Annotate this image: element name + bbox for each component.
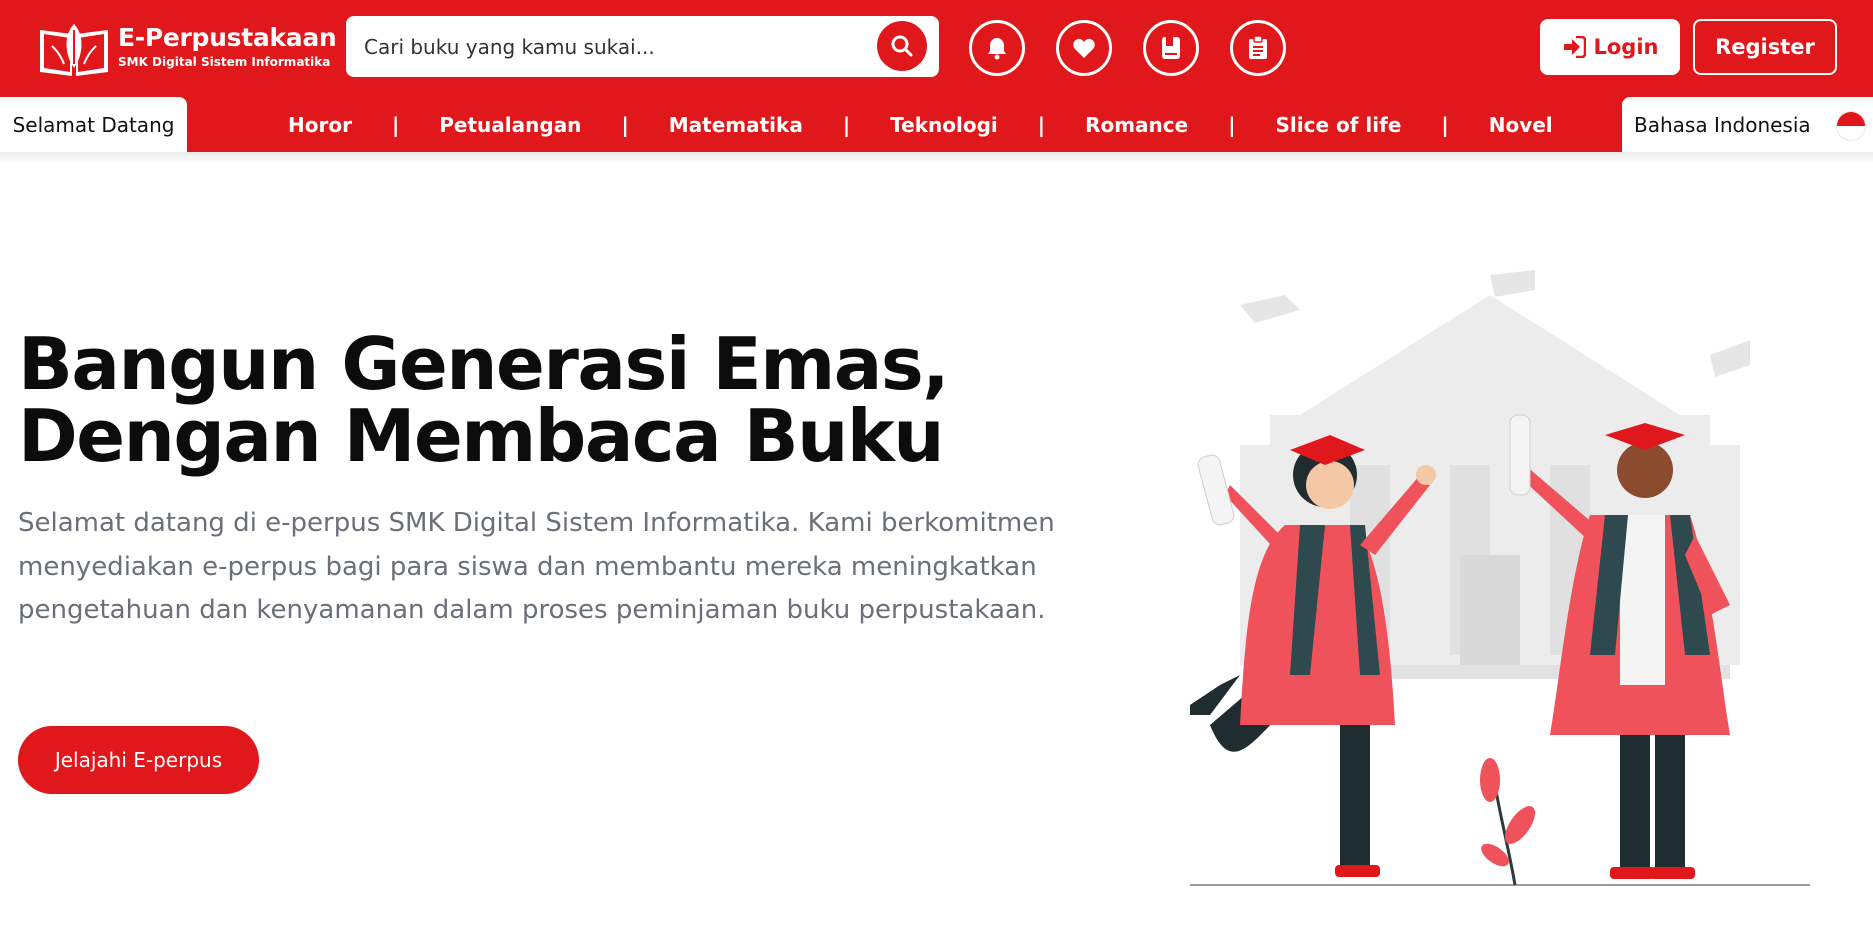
loans-button[interactable] [1230, 20, 1286, 76]
notifications-button[interactable] [969, 20, 1025, 76]
login-button[interactable]: Login [1540, 19, 1680, 75]
nav-separator: | [842, 112, 851, 137]
bell-icon [988, 38, 1006, 60]
nav-separator: | [391, 112, 400, 137]
nav-separator: | [1037, 112, 1046, 137]
logo-subtitle: SMK Digital Sistem Informatika [118, 55, 331, 69]
language-label: Bahasa Indonesia [1634, 112, 1811, 137]
book-icon [1162, 37, 1180, 59]
category-petualangan[interactable]: Petualangan [439, 113, 581, 137]
my-books-button[interactable] [1143, 20, 1199, 76]
category-novel[interactable]: Novel [1489, 113, 1553, 137]
hero-title: Bangun Generasi Emas, Dengan Membaca Buk… [18, 328, 1018, 472]
header-shadow [0, 152, 1873, 164]
hero-title-line-2: Dengan Membaca Buku [18, 394, 945, 478]
register-button[interactable]: Register [1693, 19, 1837, 75]
category-slice-of-life[interactable]: Slice of life [1276, 113, 1402, 137]
indonesia-flag-icon [1836, 111, 1866, 141]
heart-icon [1073, 38, 1095, 58]
sign-in-icon [1563, 36, 1586, 58]
logo-title: E-Perpustakaan [118, 23, 337, 52]
nav-separator: | [1228, 112, 1236, 137]
nav-separator: | [621, 112, 629, 137]
search-button[interactable] [877, 21, 927, 71]
explore-button[interactable]: Jelajahi E-perpus [18, 726, 259, 794]
login-label: Login [1593, 35, 1659, 59]
clipboard-icon [1249, 36, 1267, 59]
language-selector[interactable]: Bahasa Indonesia [1622, 97, 1873, 152]
plant-icon [1480, 758, 1536, 886]
category-horor[interactable]: Horor [288, 113, 352, 137]
top-header: E-Perpustakaan SMK Digital Sistem Inform… [0, 0, 1873, 152]
category-romance[interactable]: Romance [1085, 113, 1188, 137]
site-logo[interactable]: E-Perpustakaan SMK Digital Sistem Inform… [34, 14, 337, 78]
category-matematika[interactable]: Matematika [669, 113, 803, 137]
search-bar [346, 16, 939, 77]
favorites-button[interactable] [1056, 20, 1112, 76]
hero-description: Selamat datang di e-perpus SMK Digital S… [18, 508, 1055, 625]
explore-label: Jelajahi E-perpus [54, 748, 223, 772]
book-leaf-logo-icon [40, 24, 108, 76]
register-label: Register [1715, 35, 1815, 59]
hero-title-line-1: Bangun Generasi Emas, [18, 322, 950, 406]
search-input[interactable] [364, 16, 864, 77]
welcome-label: Selamat Datang [12, 112, 175, 137]
graduation-illustration [1190, 270, 1810, 886]
nav-separator: | [1441, 112, 1449, 137]
category-teknologi[interactable]: Teknologi [890, 113, 998, 137]
search-icon [891, 35, 913, 57]
category-nav: Horor | Petualangan | Matematika | Tekno… [288, 97, 1553, 152]
welcome-tab: Selamat Datang [0, 97, 187, 152]
